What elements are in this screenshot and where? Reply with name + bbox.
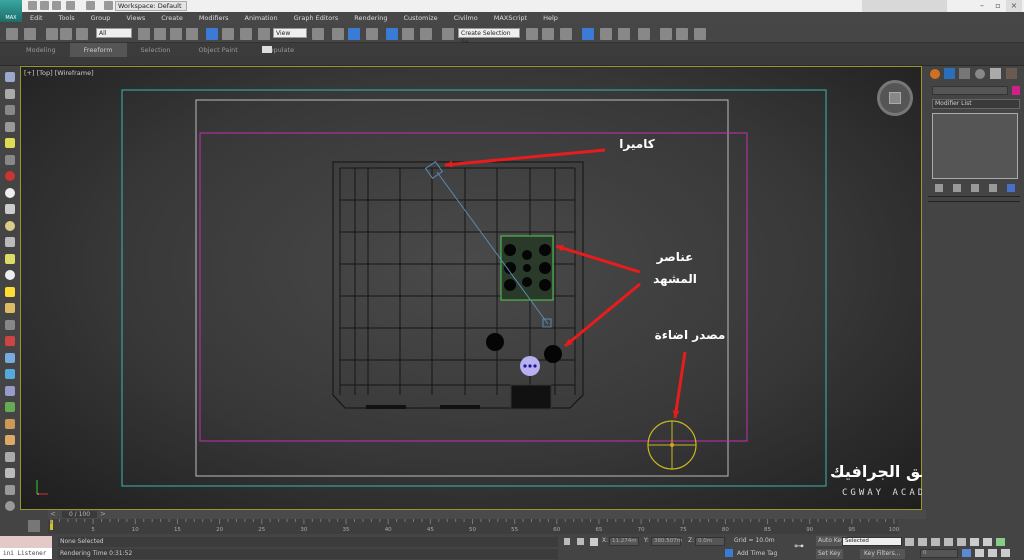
absolute-mode-icon[interactable] [590,538,598,546]
annotation-scene-elements-2: المشهد [653,272,697,286]
selection-lock-icon[interactable] [577,538,584,545]
previous-frame-icon[interactable] [918,538,927,546]
annotation-light-source: مصدر اضاءة [654,328,726,342]
playback-controls [905,538,1015,546]
frame-tick-label: 95 [848,527,855,533]
frame-tick-label: 25 [258,527,265,533]
next-frame-icon[interactable] [944,538,953,546]
object-color-swatch[interactable] [1012,86,1020,95]
render-region [199,132,748,442]
x-label: X: [602,537,609,544]
annotation-camera: كاميرا [619,137,655,151]
modifier-stack[interactable] [932,113,1018,179]
z-coordinate-field[interactable]: 0.0m [695,537,725,546]
arrow-to-table [555,244,641,274]
viewport-nav-controls [962,549,1022,557]
modify-tab-icon[interactable] [944,68,955,79]
window-1 [366,405,406,409]
frame-tick-label: 20 [216,527,223,533]
arrow-to-light [673,351,687,419]
make-unique-icon[interactable] [971,184,979,192]
time-slider-prev[interactable]: < [50,510,56,518]
configure-modifier-sets-icon[interactable] [1007,184,1015,192]
isolate-selection-icon[interactable] [564,538,570,545]
key-filters-button[interactable]: Key Filters... [860,549,905,559]
frame-tick-label: 45 [427,527,434,533]
annotation-scene-elements-1: عناصر [656,250,694,264]
frame-tick-label: 70 [638,527,645,533]
z-label: Z: [688,537,695,544]
zoom-icon[interactable] [970,538,979,546]
add-time-tag-button[interactable]: Add Time Tag [737,549,777,559]
frame-tick-label: 60 [553,527,560,533]
window-2 [440,405,480,409]
pan-icon[interactable] [975,549,984,557]
divider [928,201,1020,202]
frame-tick-label: 55 [511,527,518,533]
frame-tick-label: 10 [132,527,139,533]
hierarchy-tab-icon[interactable] [959,68,970,79]
rendering-time: Rendering Time 0:31:52 [58,549,558,559]
maximize-viewport-icon[interactable] [1001,549,1010,557]
arrow-to-camera [444,148,606,167]
create-tab-icon[interactable] [930,69,940,79]
frame-tick-label: 15 [174,527,181,533]
remove-modifier-icon[interactable] [989,184,997,192]
frame-tick-label: 65 [595,527,602,533]
x-coordinate-field[interactable]: 11.274m [609,537,639,546]
frame-tick-label: 100 [889,527,900,533]
safe-frame-outer [121,89,827,487]
y-label: Y: [644,537,649,544]
selection-status: None Selected [58,537,558,547]
grid-size: Grid = 10.0m [734,537,775,544]
frame-tick-label: 80 [722,527,729,533]
frame-tick-label: 40 [385,527,392,533]
object-name-field[interactable] [932,86,1008,95]
time-slider-next[interactable]: > [100,510,106,518]
time-slider-thumb[interactable]: 0 / 100 [62,511,97,518]
orbit-icon[interactable] [988,549,997,557]
field-of-view-icon[interactable] [962,549,971,557]
zoom-extents-icon[interactable] [996,538,1005,546]
stack-controls [935,184,1015,192]
key-mode-icon[interactable]: ⊶ [794,541,804,552]
frame-tick-label: 30 [300,527,307,533]
viewcube-top-face[interactable] [889,92,901,104]
key-selection-dropdown[interactable]: Selected [842,537,902,546]
safe-frame-action [195,99,729,477]
viewcube[interactable] [877,80,913,116]
maxscript-listener-output[interactable]: ini Listener [0,548,52,559]
show-end-result-icon[interactable] [953,184,961,192]
time-slider-track[interactable] [48,510,926,519]
zoom-all-icon[interactable] [983,538,992,546]
furniture-cabinet [510,384,552,410]
display-tab-icon[interactable] [990,68,1001,79]
play-icon[interactable] [931,538,940,546]
frame-tick-label: 35 [343,527,350,533]
go-to-start-icon[interactable] [905,538,914,546]
track-bar-ticks: 5 10 15 20 25 30 35 40 45 50 55 60 65 70 75 80 85 90 95 100 [50,519,900,533]
divider [928,196,1020,197]
time-tag-icon[interactable] [725,549,733,557]
set-key-button[interactable]: Set Key [816,549,843,559]
motion-tab-icon[interactable] [975,69,985,79]
go-to-end-icon[interactable] [957,538,966,546]
modifier-list-dropdown[interactable]: Modifier List [932,99,1020,109]
frame-tick-label: 50 [469,527,476,533]
frame-tick-label: 85 [764,527,771,533]
y-coordinate-field[interactable]: 380.507m [651,537,682,546]
frame-tick-label: 90 [806,527,813,533]
arrow-to-chairs [564,282,641,348]
current-frame-field[interactable]: 0 [920,549,958,558]
frame-tick-label: 75 [680,527,687,533]
maxscript-listener-input[interactable] [0,536,52,548]
pin-stack-icon[interactable] [935,184,943,192]
utilities-tab-icon[interactable] [1006,68,1017,79]
frame-tick-label: 5 [91,527,95,533]
